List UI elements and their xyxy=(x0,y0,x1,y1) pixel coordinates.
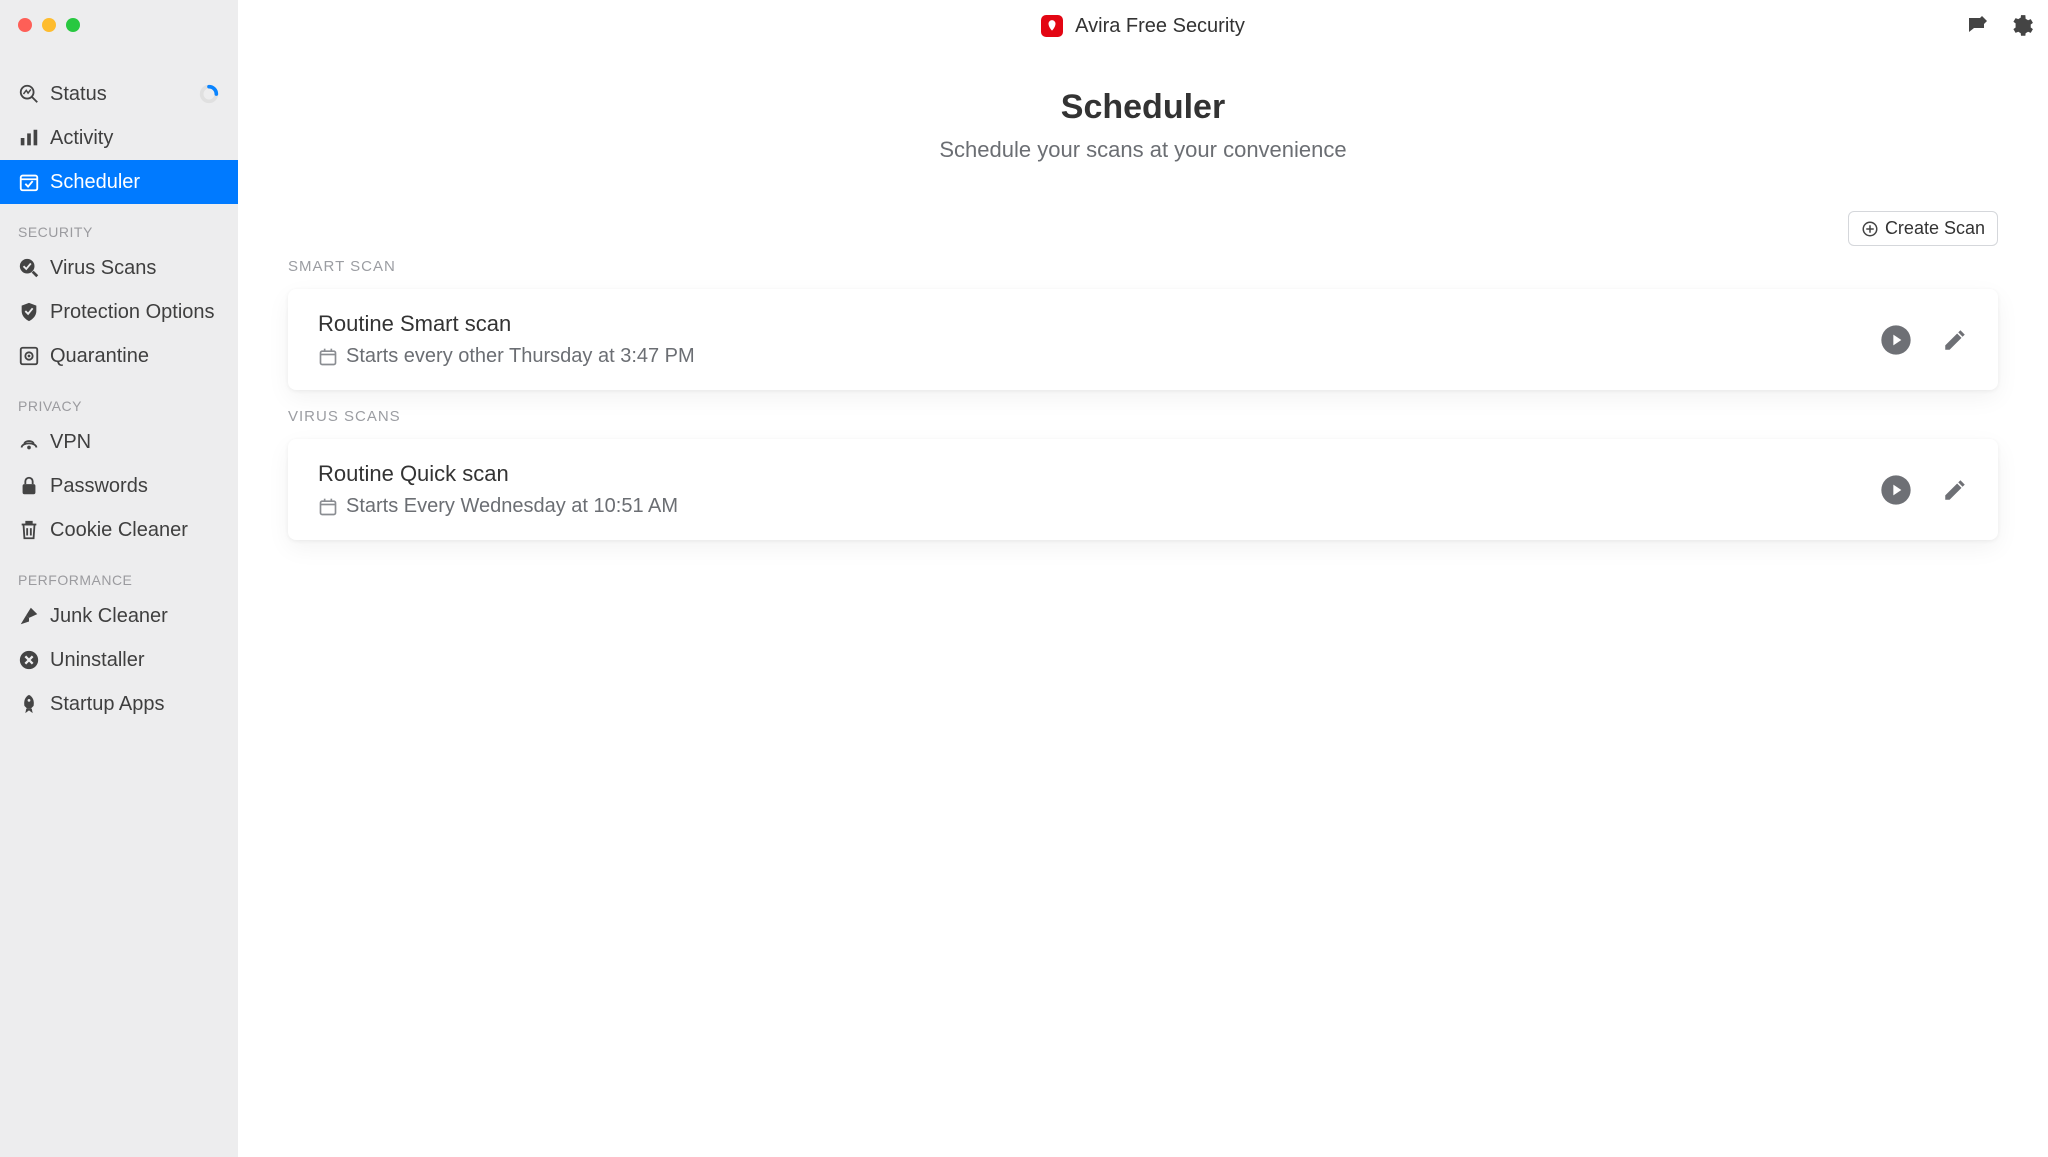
edit-scan-button[interactable] xyxy=(1942,327,1968,353)
title-center: Avira Free Security xyxy=(1041,15,1245,38)
scan-card-title: Routine Smart scan xyxy=(318,311,1880,337)
virus-scans-icon xyxy=(18,257,40,279)
section-label-smart-scan: SMART SCAN xyxy=(288,258,1998,275)
sidebar-item-label: Startup Apps xyxy=(50,693,165,716)
app-title: Avira Free Security xyxy=(1075,15,1245,38)
plus-circle-icon xyxy=(1861,220,1879,238)
sidebar-item-label: VPN xyxy=(50,431,91,454)
sidebar-item-label: Quarantine xyxy=(50,345,149,368)
sidebar-item-label: Junk Cleaner xyxy=(50,605,168,628)
page-title: Scheduler xyxy=(238,88,2048,127)
scan-card-quick: Routine Quick scan Starts Every Wednesda… xyxy=(288,439,1998,540)
window-controls xyxy=(0,0,238,42)
avira-logo-icon xyxy=(1041,15,1063,37)
run-scan-button[interactable] xyxy=(1880,474,1912,506)
scan-card-schedule: Starts every other Thursday at 3:47 PM xyxy=(346,345,695,368)
settings-button[interactable] xyxy=(2008,13,2034,39)
sidebar-item-label: Activity xyxy=(50,127,113,150)
vpn-icon xyxy=(18,431,40,453)
sidebar-item-virus-scans[interactable]: Virus Scans xyxy=(0,246,238,290)
sidebar-group-privacy: PRIVACY xyxy=(0,378,238,420)
window-minimize-button[interactable] xyxy=(42,18,56,32)
sidebar: Status Activity Scheduler SECURITY xyxy=(0,0,238,1157)
run-scan-button[interactable] xyxy=(1880,324,1912,356)
sidebar-item-label: Status xyxy=(50,83,107,106)
rocket-icon xyxy=(18,693,40,715)
sidebar-item-label: Scheduler xyxy=(50,171,140,194)
sidebar-group-performance: PERFORMANCE xyxy=(0,552,238,594)
sidebar-item-label: Passwords xyxy=(50,475,148,498)
sidebar-item-scheduler[interactable]: Scheduler xyxy=(0,160,238,204)
activity-icon xyxy=(18,127,40,149)
status-icon xyxy=(18,83,40,105)
sidebar-item-protection-options[interactable]: Protection Options xyxy=(0,290,238,334)
sidebar-item-uninstaller[interactable]: Uninstaller xyxy=(0,638,238,682)
section-label-virus-scans: VIRUS SCANS xyxy=(288,408,1998,425)
feedback-button[interactable] xyxy=(1966,14,1990,38)
quarantine-icon xyxy=(18,345,40,367)
window-close-button[interactable] xyxy=(18,18,32,32)
sidebar-item-cookie-cleaner[interactable]: Cookie Cleaner xyxy=(0,508,238,552)
sidebar-item-label: Virus Scans xyxy=(50,257,156,280)
sidebar-item-status[interactable]: Status xyxy=(0,72,238,116)
scan-card-title: Routine Quick scan xyxy=(318,461,1880,487)
titlebar: Avira Free Security xyxy=(238,0,2048,52)
sidebar-item-vpn[interactable]: VPN xyxy=(0,420,238,464)
shield-icon xyxy=(18,301,40,323)
sidebar-item-passwords[interactable]: Passwords xyxy=(0,464,238,508)
sidebar-nav: Status Activity Scheduler SECURITY xyxy=(0,42,238,726)
main-content: Avira Free Security Scheduler Schedule y… xyxy=(238,0,2048,1157)
window-fullscreen-button[interactable] xyxy=(66,18,80,32)
edit-scan-button[interactable] xyxy=(1942,477,1968,503)
calendar-icon xyxy=(318,497,338,517)
create-scan-label: Create Scan xyxy=(1885,218,1985,239)
sidebar-item-label: Cookie Cleaner xyxy=(50,519,188,542)
sidebar-item-activity[interactable]: Activity xyxy=(0,116,238,160)
sidebar-item-startup-apps[interactable]: Startup Apps xyxy=(0,682,238,726)
lock-icon xyxy=(18,475,40,497)
sidebar-group-security: SECURITY xyxy=(0,204,238,246)
sidebar-item-quarantine[interactable]: Quarantine xyxy=(0,334,238,378)
create-scan-button[interactable]: Create Scan xyxy=(1848,211,1998,246)
sidebar-item-junk-cleaner[interactable]: Junk Cleaner xyxy=(0,594,238,638)
scan-card-smart: Routine Smart scan Starts every other Th… xyxy=(288,289,1998,390)
trash-icon xyxy=(18,519,40,541)
sidebar-item-label: Uninstaller xyxy=(50,649,144,672)
scheduler-icon xyxy=(18,171,40,193)
page-subtitle: Schedule your scans at your convenience xyxy=(238,137,2048,163)
loading-spinner-icon xyxy=(198,83,220,105)
x-circle-icon xyxy=(18,649,40,671)
page-header: Scheduler Schedule your scans at your co… xyxy=(238,52,2048,191)
sidebar-item-label: Protection Options xyxy=(50,301,215,324)
calendar-icon xyxy=(318,347,338,367)
scan-card-schedule: Starts Every Wednesday at 10:51 AM xyxy=(346,495,678,518)
broom-icon xyxy=(18,605,40,627)
